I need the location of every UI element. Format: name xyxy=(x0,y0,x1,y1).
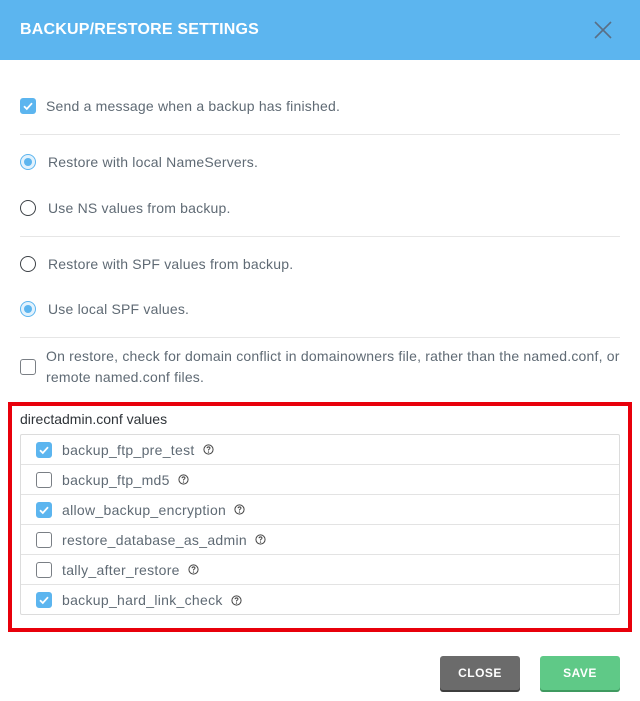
conf-item-allow-backup-encryption[interactable]: allow_backup_encryption xyxy=(21,495,619,525)
help-icon[interactable] xyxy=(202,444,214,455)
help-icon[interactable] xyxy=(188,564,199,575)
domain-conflict-option[interactable]: On restore, check for domain conflict in… xyxy=(20,346,620,388)
radio-button[interactable] xyxy=(20,301,36,317)
help-icon[interactable] xyxy=(231,594,242,606)
conf-values-list: backup_ftp_pre_test backup_ftp_md5 allow… xyxy=(20,434,620,615)
radio-label: Use local SPF values. xyxy=(48,301,190,317)
send-message-option[interactable]: Send a message when a backup has finishe… xyxy=(20,98,340,114)
dialog-title: BACKUP/RESTORE SETTINGS xyxy=(20,21,259,38)
check-icon xyxy=(39,596,49,605)
conf-checkbox[interactable] xyxy=(36,592,52,608)
conf-checkbox[interactable] xyxy=(36,501,52,518)
check-icon xyxy=(39,446,49,454)
divider xyxy=(20,236,620,237)
conf-item-backup-hard-link-check[interactable]: backup_hard_link_check xyxy=(21,585,619,615)
close-button[interactable]: CLOSE xyxy=(440,656,520,690)
save-button[interactable]: SAVE xyxy=(540,656,620,690)
domain-conflict-checkbox[interactable] xyxy=(20,359,36,375)
check-icon xyxy=(39,506,49,514)
close-icon[interactable] xyxy=(592,19,614,41)
help-icon[interactable] xyxy=(234,504,245,515)
radio-spf-from-backup[interactable]: Restore with SPF values from backup. xyxy=(20,256,293,272)
radio-button[interactable] xyxy=(20,154,36,170)
conf-checkbox[interactable] xyxy=(36,561,52,578)
check-icon xyxy=(23,102,33,111)
conf-checkbox[interactable] xyxy=(36,531,52,548)
conf-item-label: restore_database_as_admin xyxy=(62,531,247,548)
dialog-header: BACKUP/RESTORE SETTINGS xyxy=(0,0,640,60)
conf-item-label: tally_after_restore xyxy=(62,561,180,578)
radio-local-nameservers[interactable]: Restore with local NameServers. xyxy=(20,154,258,170)
divider xyxy=(20,134,620,135)
radio-label: Restore with local NameServers. xyxy=(48,154,259,170)
radio-button[interactable] xyxy=(20,256,36,272)
radio-ns-from-backup[interactable]: Use NS values from backup. xyxy=(20,200,231,216)
radio-button[interactable] xyxy=(20,200,36,216)
send-message-checkbox[interactable] xyxy=(20,98,36,114)
conf-item-restore-database-as-admin[interactable]: restore_database_as_admin xyxy=(21,525,619,555)
send-message-label: Send a message when a backup has finishe… xyxy=(46,98,341,114)
divider xyxy=(20,337,620,338)
radio-label: Use NS values from backup. xyxy=(48,200,231,216)
conf-item-label: backup_ftp_pre_test xyxy=(62,441,195,458)
help-icon[interactable] xyxy=(255,534,266,545)
section-title: directadmin.conf values xyxy=(20,411,168,427)
conf-item-label: backup_hard_link_check xyxy=(62,592,223,608)
conf-item-tally-after-restore[interactable]: tally_after_restore xyxy=(21,555,619,585)
conf-checkbox[interactable] xyxy=(36,471,52,488)
conf-item-backup-ftp-pre-test[interactable]: backup_ftp_pre_test xyxy=(21,435,619,465)
conf-item-backup-ftp-md5[interactable]: backup_ftp_md5 xyxy=(21,465,619,495)
conf-item-label: backup_ftp_md5 xyxy=(62,471,170,488)
radio-label: Restore with SPF values from backup. xyxy=(48,256,294,272)
radio-local-spf[interactable]: Use local SPF values. xyxy=(20,301,189,317)
conf-item-label: allow_backup_encryption xyxy=(62,501,227,518)
conf-checkbox[interactable] xyxy=(36,441,52,458)
domain-conflict-label: On restore, check for domain conflict in… xyxy=(46,348,620,385)
help-icon[interactable] xyxy=(178,474,189,485)
